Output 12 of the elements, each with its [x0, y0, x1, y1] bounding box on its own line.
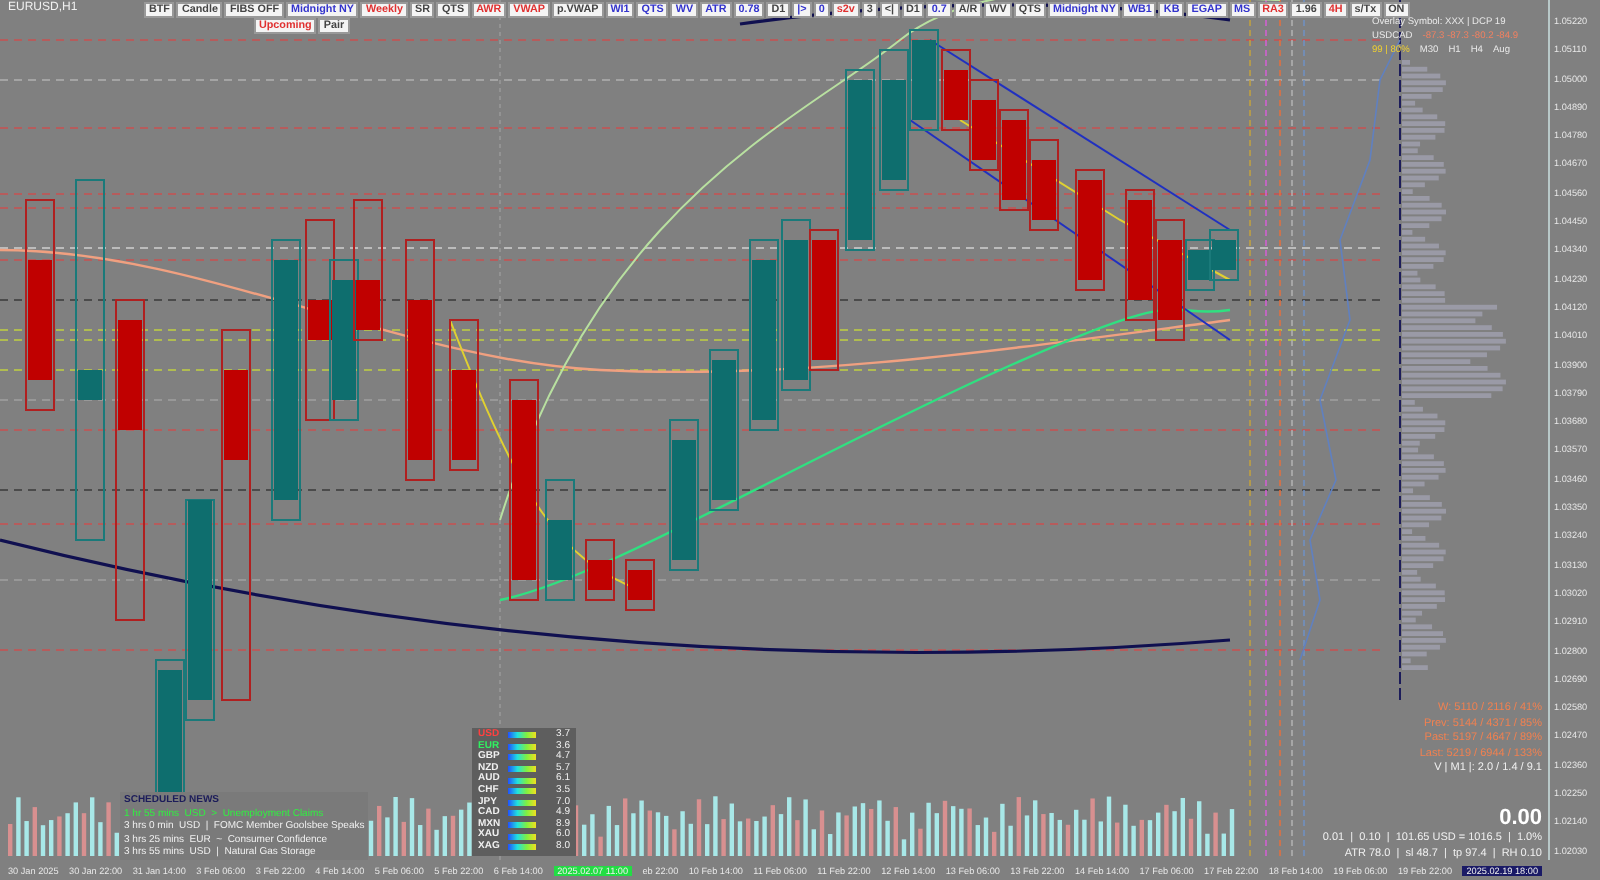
- strength-bar: [508, 766, 536, 773]
- strength-bar: [508, 754, 536, 761]
- strength-bar: [508, 810, 536, 817]
- strength-bar: [508, 777, 536, 784]
- strength-bar: [508, 822, 536, 829]
- strength-bar: [508, 743, 536, 750]
- pnl-value: 0.00: [1499, 805, 1542, 829]
- strength-bar: [508, 833, 536, 840]
- strength-bar: [508, 799, 536, 806]
- strength-bar: [508, 732, 536, 739]
- strength-bar: [508, 844, 536, 851]
- strength-bar: [508, 788, 536, 795]
